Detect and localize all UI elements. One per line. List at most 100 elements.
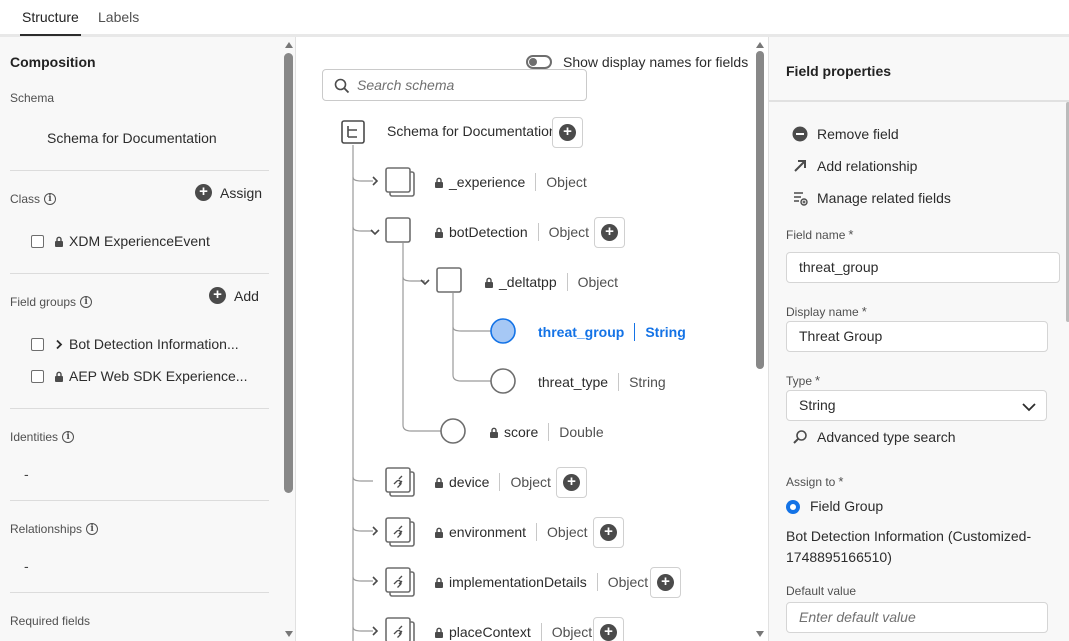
left-scrollbar[interactable]: [284, 53, 293, 493]
add-field-button[interactable]: +: [552, 117, 583, 148]
field-name-input[interactable]: threat_group: [786, 252, 1060, 283]
add-circle-icon: +: [195, 184, 212, 201]
identities-value: -: [24, 466, 29, 482]
lock-icon: [55, 371, 63, 382]
add-circle-icon: +: [657, 574, 674, 591]
default-value-input[interactable]: Enter default value: [786, 602, 1048, 633]
lock-icon: [435, 527, 443, 538]
divider: [10, 500, 269, 501]
tree-node-score[interactable]: score Double: [489, 423, 604, 441]
scroll-down-arrow[interactable]: [285, 631, 293, 637]
assign-to-label: Assign to *: [786, 474, 844, 489]
chevron-right-icon[interactable]: [54, 339, 64, 350]
class-checkbox[interactable]: [31, 234, 44, 248]
tree-root-label[interactable]: Schema for Documentation: [387, 123, 557, 139]
divider: [10, 592, 269, 593]
divider: [10, 170, 269, 171]
field-name-label: Field name *: [786, 227, 854, 242]
schema-label: Schema: [10, 91, 55, 105]
tree-node-device[interactable]: device Object: [434, 473, 551, 491]
lock-icon: [55, 236, 63, 247]
divider: [769, 100, 1069, 102]
identities-label: Identities i: [10, 430, 75, 444]
scroll-up-arrow[interactable]: [285, 42, 293, 48]
add-field-group-button[interactable]: + Add: [209, 287, 259, 304]
middle-scrollbar[interactable]: [756, 51, 764, 369]
tree-node-place-context[interactable]: placeContext Object: [434, 623, 592, 641]
add-field-button[interactable]: +: [650, 567, 681, 598]
default-value-label: Default value: [786, 584, 857, 598]
add-field-button[interactable]: +: [593, 517, 624, 548]
type-dropdown-button[interactable]: [1011, 390, 1047, 421]
type-select[interactable]: String: [786, 390, 1012, 421]
type-label: Type *: [786, 373, 821, 388]
arrow-up-right-icon: [794, 160, 806, 172]
lock-icon: [435, 627, 443, 638]
tab-structure[interactable]: Structure: [20, 9, 81, 36]
info-icon[interactable]: i: [44, 193, 57, 205]
tree-node-experience[interactable]: _experience Object: [434, 173, 587, 191]
add-field-button[interactable]: +: [556, 467, 587, 498]
add-circle-icon: +: [600, 524, 617, 541]
lock-icon: [490, 427, 498, 438]
lock-icon: [435, 177, 443, 188]
remove-circle-icon: [792, 126, 808, 142]
tab-labels[interactable]: Labels: [98, 9, 139, 25]
composition-title: Composition: [10, 54, 96, 70]
scroll-up-arrow[interactable]: [756, 42, 764, 48]
display-name-label: Display name *: [786, 304, 867, 319]
lock-icon: [485, 277, 493, 288]
class-label: Class i: [10, 192, 57, 206]
schema-name[interactable]: Schema for Documentation: [47, 130, 217, 146]
tree-node-environment[interactable]: environment Object: [434, 523, 588, 541]
field-group-item[interactable]: AEP Web SDK Experience...: [31, 368, 247, 384]
add-circle-icon: +: [559, 124, 576, 141]
info-icon[interactable]: i: [86, 523, 99, 535]
schema-root-icon: [341, 120, 365, 144]
field-groups-label: Field groups i: [10, 295, 93, 309]
tree-node-botdetection[interactable]: botDetection Object: [434, 223, 589, 241]
lock-icon: [435, 227, 443, 238]
field-properties-panel: Field properties Remove field Add relati…: [768, 37, 1069, 641]
tree-node-deltatpp[interactable]: _deltatpp Object: [484, 273, 618, 291]
add-circle-icon: +: [600, 624, 617, 641]
top-tab-bar: Structure Labels: [0, 0, 1069, 37]
info-icon[interactable]: i: [80, 296, 93, 308]
manage-fields-icon: [794, 192, 808, 206]
scroll-down-arrow[interactable]: [756, 631, 764, 637]
remove-field-button[interactable]: Remove field: [792, 126, 899, 142]
add-relationship-button[interactable]: Add relationship: [792, 158, 917, 174]
tree-node-threat-type[interactable]: threat_type String: [538, 373, 666, 391]
tree-node-threat-group[interactable]: threat_group String: [538, 323, 686, 341]
assign-target-text: Bot Detection Information (Customized-17…: [786, 528, 1032, 565]
add-field-button[interactable]: +: [593, 617, 624, 641]
display-name-input[interactable]: Threat Group: [786, 321, 1048, 352]
add-circle-icon: +: [601, 224, 618, 241]
field-group-radio[interactable]: [786, 500, 800, 514]
composition-panel: Composition Schema Schema for Documentat…: [0, 37, 296, 641]
info-icon[interactable]: i: [62, 431, 75, 443]
relationships-label: Relationships i: [10, 522, 99, 536]
manage-related-fields-button[interactable]: Manage related fields: [792, 190, 951, 206]
chevron-down-icon: [370, 229, 380, 236]
add-circle-icon: +: [209, 287, 226, 304]
class-item[interactable]: XDM ExperienceEvent: [31, 233, 210, 249]
field-group-checkbox[interactable]: [31, 337, 44, 351]
lock-icon: [435, 477, 443, 488]
chevron-right-icon: [372, 176, 379, 186]
field-group-checkbox[interactable]: [31, 369, 44, 383]
relationships-value: -: [24, 558, 29, 574]
lock-icon: [435, 577, 443, 588]
add-circle-icon: +: [563, 474, 580, 491]
field-group-item[interactable]: Bot Detection Information...: [31, 336, 239, 352]
required-fields-label: Required fields: [10, 614, 91, 628]
field-properties-title: Field properties: [786, 63, 892, 79]
field-group-radio-label[interactable]: Field Group: [810, 498, 883, 514]
add-field-button[interactable]: +: [594, 217, 625, 248]
assign-class-button[interactable]: + Assign: [195, 184, 262, 201]
advanced-type-search-button[interactable]: Advanced type search: [792, 429, 956, 445]
search-icon: [793, 430, 807, 444]
schema-tree-panel: Show display names for fields Search sch…: [297, 37, 767, 641]
divider: [10, 273, 269, 274]
tree-node-implementation-details[interactable]: implementationDetails Object: [434, 573, 648, 591]
